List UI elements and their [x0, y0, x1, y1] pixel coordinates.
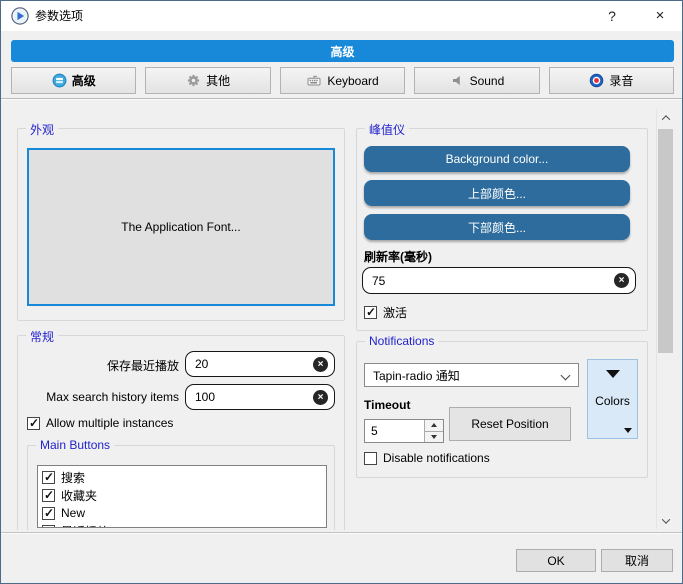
app-play-icon [11, 7, 29, 25]
tab-other[interactable]: 其他 [145, 67, 271, 94]
application-font-button[interactable]: The Application Font... [27, 148, 335, 306]
tab-label: 录音 [609, 74, 634, 88]
refresh-rate-label: 刷新率(毫秒) [364, 250, 432, 264]
list-item-label: 最近播放 [61, 523, 109, 528]
chevron-down-icon [661, 514, 670, 524]
colors-dropdown-button[interactable]: Colors [587, 359, 638, 439]
peak-meter-active-checkbox[interactable]: 激活 [364, 304, 407, 321]
close-button[interactable]: × [643, 1, 677, 31]
advanced-icon [52, 73, 67, 88]
down-arrow-icon [431, 434, 437, 439]
scroll-down-button[interactable] [657, 512, 674, 529]
appearance-group-label: 外观 [26, 121, 59, 138]
timeout-value: 5 [371, 424, 378, 438]
spinner-arrows [424, 420, 443, 442]
up-arrow-icon [431, 423, 437, 428]
colors-button-label: Colors [595, 394, 630, 408]
list-item-search[interactable]: 搜索 [42, 468, 326, 486]
tab-sound[interactable]: Sound [414, 67, 540, 94]
gear-icon [187, 74, 200, 87]
checkbox-box-icon [42, 506, 55, 520]
tab-bar: 高级 其他 Keyboard Sound 录音 [11, 67, 675, 94]
vertical-scrollbar[interactable] [656, 109, 673, 529]
tab-label: Keyboard [327, 73, 379, 88]
scrollbar-thumb[interactable] [658, 129, 673, 353]
clear-icon[interactable] [313, 356, 328, 372]
tab-separator [1, 98, 682, 100]
peak-meter-active-label: 激活 [383, 306, 408, 320]
spinner-down-button[interactable] [425, 431, 443, 442]
page-header-banner: 高级 [11, 40, 674, 62]
list-item-label: New [61, 506, 86, 520]
list-item-label: 收藏夹 [61, 488, 98, 503]
peak-meter-group-label: 峰值仪 [365, 121, 410, 138]
reset-position-button[interactable]: Reset Position [449, 407, 571, 441]
timeout-label: Timeout [364, 398, 411, 412]
refresh-rate-input[interactable] [362, 267, 636, 294]
chevron-down-icon [560, 370, 571, 381]
general-group-label: 常规 [26, 328, 59, 345]
tab-label: 其他 [206, 74, 231, 88]
record-icon [590, 73, 604, 88]
title-bar: 参数选项 ? × [1, 1, 682, 31]
options-dialog: 参数选项 ? × 高级 高级 其他 Keyboard Sound 录音 外观 T… [0, 0, 683, 584]
cancel-button[interactable]: 取消 [601, 549, 673, 572]
checkbox-box-icon [42, 470, 55, 484]
refresh-rate-field-wrap [362, 267, 636, 294]
clear-icon[interactable] [313, 389, 328, 405]
lower-color-button[interactable]: 下部颜色... [364, 214, 630, 240]
recent-played-field-wrap [185, 351, 335, 377]
small-dropdown-arrow-icon [624, 428, 632, 433]
list-item-recent[interactable]: 最近播放 [42, 522, 326, 528]
help-button[interactable]: ? [595, 1, 629, 31]
checkbox-box-icon [364, 451, 377, 465]
scroll-up-button[interactable] [657, 109, 674, 126]
dropdown-triangle-icon [605, 370, 620, 378]
ok-button[interactable]: OK [516, 549, 596, 572]
spinner-up-button[interactable] [425, 420, 443, 432]
notifications-group-label: Notifications [365, 334, 439, 348]
disable-notifications-checkbox[interactable]: Disable notifications [364, 451, 490, 465]
main-buttons-list[interactable]: 搜索 收藏夹 New 最近播放 [37, 465, 327, 528]
tab-label: Sound [469, 73, 505, 88]
tab-advanced[interactable]: 高级 [11, 67, 137, 94]
main-buttons-group-label: Main Buttons [36, 438, 115, 452]
chevron-up-icon [661, 114, 670, 124]
checkbox-box-icon [42, 524, 55, 527]
recent-played-label: 保存最近播放 [106, 359, 179, 373]
multiple-instances-checkbox[interactable]: Allow multiple instances [27, 416, 173, 430]
disable-notifications-label: Disable notifications [383, 451, 490, 465]
tab-recording[interactable]: 录音 [548, 67, 675, 94]
footer-separator [1, 532, 682, 534]
list-item-favorites[interactable]: 收藏夹 [42, 486, 326, 504]
window-title: 参数选项 [35, 9, 84, 23]
multiple-instances-label: Allow multiple instances [46, 416, 174, 430]
timeout-spinner[interactable]: 5 [364, 419, 444, 443]
speaker-icon [452, 75, 460, 86]
notification-style-value: Tapin-radio 通知 [373, 368, 460, 383]
checkbox-box-icon [27, 416, 40, 430]
background-color-button[interactable]: Background color... [364, 146, 630, 172]
search-history-label: Max search history items [46, 390, 179, 404]
clear-icon[interactable] [614, 273, 629, 288]
search-history-field-wrap [185, 384, 335, 410]
upper-color-button[interactable]: 上部颜色... [364, 180, 630, 206]
tab-label: 高级 [71, 74, 96, 88]
tab-keyboard[interactable]: Keyboard [279, 67, 406, 94]
application-font-button-label: The Application Font... [121, 220, 241, 234]
notification-style-dropdown[interactable]: Tapin-radio 通知 [364, 363, 579, 387]
checkbox-box-icon [42, 488, 55, 502]
list-item-label: 搜索 [61, 470, 86, 485]
keyboard-icon [307, 75, 321, 86]
checkbox-box-icon [364, 305, 377, 319]
list-item-new[interactable]: New [42, 504, 326, 522]
content-pane: 外观 The Application Font... 常规 保存最近播放 Max… [1, 101, 682, 530]
